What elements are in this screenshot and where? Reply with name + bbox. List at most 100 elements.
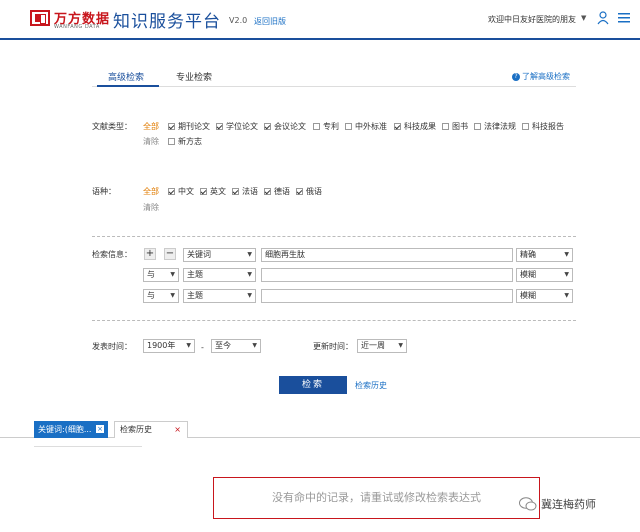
section-divider xyxy=(92,236,576,237)
chevron-down-icon: ▼ xyxy=(398,342,403,349)
select-value: 关键词 xyxy=(187,250,211,259)
logic-select-2[interactable]: 与 ▼ xyxy=(143,268,179,282)
search-info-label: 检索信息： xyxy=(92,250,132,259)
checkbox-label: 科技报告 xyxy=(532,122,564,131)
checkbox-box[interactable] xyxy=(522,123,529,130)
time-from-select[interactable]: 1900年 ▼ xyxy=(143,339,195,353)
match-select-1[interactable]: 精确 ▼ xyxy=(516,248,573,262)
match-select-3[interactable]: 模糊 ▼ xyxy=(516,289,573,303)
field-select-2[interactable]: 主题 ▼ xyxy=(183,268,256,282)
result-tab-keyword[interactable]: 关键词:(细胞... × xyxy=(34,421,108,438)
search-input-2[interactable] xyxy=(261,268,513,282)
checkbox-english[interactable]: 英文 xyxy=(200,186,226,197)
close-icon[interactable]: × xyxy=(96,425,104,433)
select-value: 模糊 xyxy=(520,291,536,300)
checkbox-label: 俄语 xyxy=(306,187,322,196)
checkbox-achievement[interactable]: 科技成果 xyxy=(394,121,436,132)
checkbox-box[interactable] xyxy=(200,188,207,195)
checkbox-journal[interactable]: 期刊论文 xyxy=(168,121,210,132)
checkbox-russian[interactable]: 俄语 xyxy=(296,186,322,197)
checkbox-patent[interactable]: 专利 xyxy=(313,121,339,132)
checkbox-book[interactable]: 图书 xyxy=(442,121,468,132)
field-select-1[interactable]: 关键词 ▼ xyxy=(183,248,256,262)
checkbox-german[interactable]: 德语 xyxy=(264,186,290,197)
update-time-select[interactable]: 近一周 ▼ xyxy=(357,339,407,353)
select-value: 近一周 xyxy=(361,341,385,350)
checkbox-box[interactable] xyxy=(232,188,239,195)
tab-professional-search[interactable]: 专业检索 xyxy=(176,70,212,83)
checkbox-label: 会议论文 xyxy=(274,122,306,131)
checkbox-report[interactable]: 科技报告 xyxy=(522,121,564,132)
checkbox-box[interactable] xyxy=(264,188,271,195)
update-time-label: 更新时间： xyxy=(313,342,353,351)
checkbox-label: 期刊论文 xyxy=(178,122,210,131)
checkbox-label: 中外标准 xyxy=(355,122,387,131)
language-all-link[interactable]: 全部 xyxy=(143,186,159,197)
checkbox-label: 科技成果 xyxy=(404,122,436,131)
menu-icon[interactable] xyxy=(618,12,630,24)
checkbox-box[interactable] xyxy=(264,123,271,130)
close-icon[interactable]: × xyxy=(174,422,181,438)
search-input-3[interactable] xyxy=(261,289,513,303)
tab-advanced-search[interactable]: 高级检索 xyxy=(108,70,144,83)
logic-select-3[interactable]: 与 ▼ xyxy=(143,289,179,303)
search-button[interactable]: 检索 xyxy=(279,376,347,394)
checkbox-label: 专利 xyxy=(323,122,339,131)
section-divider xyxy=(92,320,576,321)
checkbox-box[interactable] xyxy=(442,123,449,130)
result-tab-history[interactable]: 检索历史 × xyxy=(114,421,188,438)
select-value: 主题 xyxy=(187,291,203,300)
no-result-message: 没有命中的记录，请重试或修改检索表达式 xyxy=(213,477,540,519)
chevron-down-icon: ▼ xyxy=(170,292,175,299)
checkbox-conference[interactable]: 会议论文 xyxy=(264,121,306,132)
help-link[interactable]: ? 了解高级检索 xyxy=(512,71,570,82)
checkbox-box[interactable] xyxy=(216,123,223,130)
checkbox-label: 法语 xyxy=(242,187,258,196)
chevron-down-icon[interactable]: ▼ xyxy=(581,14,586,22)
doc-type-clear-link[interactable]: 清除 xyxy=(143,136,159,147)
user-icon[interactable] xyxy=(597,11,609,25)
checkbox-box[interactable] xyxy=(474,123,481,130)
version-label: V2.0 xyxy=(229,16,248,25)
tab-content-divider xyxy=(34,446,142,447)
select-value: 精确 xyxy=(520,250,536,259)
search-history-link[interactable]: 检索历史 xyxy=(355,380,387,391)
checkbox-thesis[interactable]: 学位论文 xyxy=(216,121,258,132)
checkbox-box[interactable] xyxy=(296,188,303,195)
logo-subtext: WANFANG DATA xyxy=(54,24,100,30)
checkbox-box[interactable] xyxy=(168,138,175,145)
checkbox-label: 英文 xyxy=(210,187,226,196)
checkbox-label: 图书 xyxy=(452,122,468,131)
welcome-text[interactable]: 欢迎中日友好医院的朋友 xyxy=(488,14,576,25)
checkbox-local-chronicle[interactable]: 新方志 xyxy=(168,136,202,147)
checkbox-box[interactable] xyxy=(313,123,320,130)
checkbox-box[interactable] xyxy=(168,188,175,195)
select-value: 至今 xyxy=(215,341,231,350)
search-input-1[interactable]: 细胞再生肽 xyxy=(261,248,513,262)
old-version-link[interactable]: 返回旧版 xyxy=(254,16,286,27)
match-select-2[interactable]: 模糊 ▼ xyxy=(516,268,573,282)
chevron-down-icon: ▼ xyxy=(247,251,252,258)
checkbox-box[interactable] xyxy=(345,123,352,130)
question-icon: ? xyxy=(512,72,520,81)
add-row-button[interactable]: + xyxy=(144,248,156,260)
checkbox-standard[interactable]: 中外标准 xyxy=(345,121,387,132)
field-select-3[interactable]: 主题 ▼ xyxy=(183,289,256,303)
tab-label: 关键词:(细胞... xyxy=(38,425,92,434)
time-separator: - xyxy=(201,343,204,352)
language-clear-link[interactable]: 清除 xyxy=(143,202,159,213)
wanfang-logo-icon[interactable] xyxy=(30,10,50,26)
checkbox-box[interactable] xyxy=(168,123,175,130)
chevron-down-icon: ▼ xyxy=(252,342,257,349)
time-to-select[interactable]: 至今 ▼ xyxy=(211,339,261,353)
doc-type-all-link[interactable]: 全部 xyxy=(143,121,159,132)
select-value: 与 xyxy=(147,270,155,279)
checkbox-chinese[interactable]: 中文 xyxy=(168,186,194,197)
checkbox-box[interactable] xyxy=(394,123,401,130)
checkbox-law[interactable]: 法律法规 xyxy=(474,121,516,132)
tab-label: 检索历史 xyxy=(120,425,152,434)
remove-row-button[interactable]: − xyxy=(164,248,176,260)
checkbox-label: 法律法规 xyxy=(484,122,516,131)
chevron-down-icon: ▼ xyxy=(564,271,569,278)
checkbox-french[interactable]: 法语 xyxy=(232,186,258,197)
